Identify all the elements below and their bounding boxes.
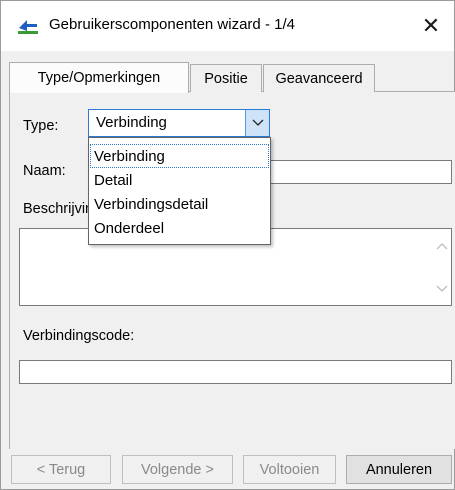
- naam-label: Naam:: [23, 163, 66, 179]
- chevron-down-icon[interactable]: [245, 110, 269, 136]
- tab-label: Positie: [204, 70, 248, 87]
- dropdown-option-verbindingsdetail[interactable]: Verbindingsdetail: [90, 192, 269, 216]
- tab-type-opmerkingen[interactable]: Type/Opmerkingen: [9, 62, 189, 93]
- type-combobox-value: Verbinding: [96, 114, 167, 131]
- back-button[interactable]: < Terug: [11, 455, 111, 484]
- window-title: Gebruikerscomponenten wizard - 1/4: [49, 16, 295, 33]
- scroll-up-icon[interactable]: [436, 237, 448, 254]
- wizard-window: Gebruikerscomponenten wizard - 1/4 ✕ Typ…: [0, 0, 455, 490]
- dropdown-option-verbinding[interactable]: Verbinding: [90, 144, 269, 168]
- close-icon: ✕: [421, 13, 441, 38]
- textarea-scrollbar[interactable]: [433, 229, 451, 305]
- type-label: Type:: [23, 118, 59, 134]
- close-button[interactable]: ✕: [408, 1, 454, 51]
- cancel-button[interactable]: Annuleren: [346, 455, 452, 484]
- tab-geavanceerd[interactable]: Geavanceerd: [263, 64, 375, 92]
- tab-label: Geavanceerd: [275, 70, 363, 87]
- scroll-down-icon[interactable]: [436, 280, 448, 297]
- title-bar: Gebruikerscomponenten wizard - 1/4 ✕: [1, 1, 454, 51]
- dropdown-option-onderdeel[interactable]: Onderdeel: [90, 216, 269, 240]
- tab-label: Type/Opmerkingen: [37, 70, 161, 86]
- verbindingscode-label: Verbindingscode:: [23, 328, 135, 344]
- type-combobox[interactable]: Verbinding: [88, 109, 270, 137]
- dropdown-option-detail[interactable]: Detail: [90, 168, 269, 192]
- verbindingscode-field[interactable]: [19, 360, 452, 384]
- type-dropdown-list: Verbinding Detail Verbindingsdetail Onde…: [88, 137, 271, 245]
- tab-positie[interactable]: Positie: [190, 64, 262, 92]
- next-button[interactable]: Volgende >: [122, 455, 233, 484]
- component-wizard-icon: [17, 16, 39, 36]
- finish-button[interactable]: Voltooien: [243, 455, 336, 484]
